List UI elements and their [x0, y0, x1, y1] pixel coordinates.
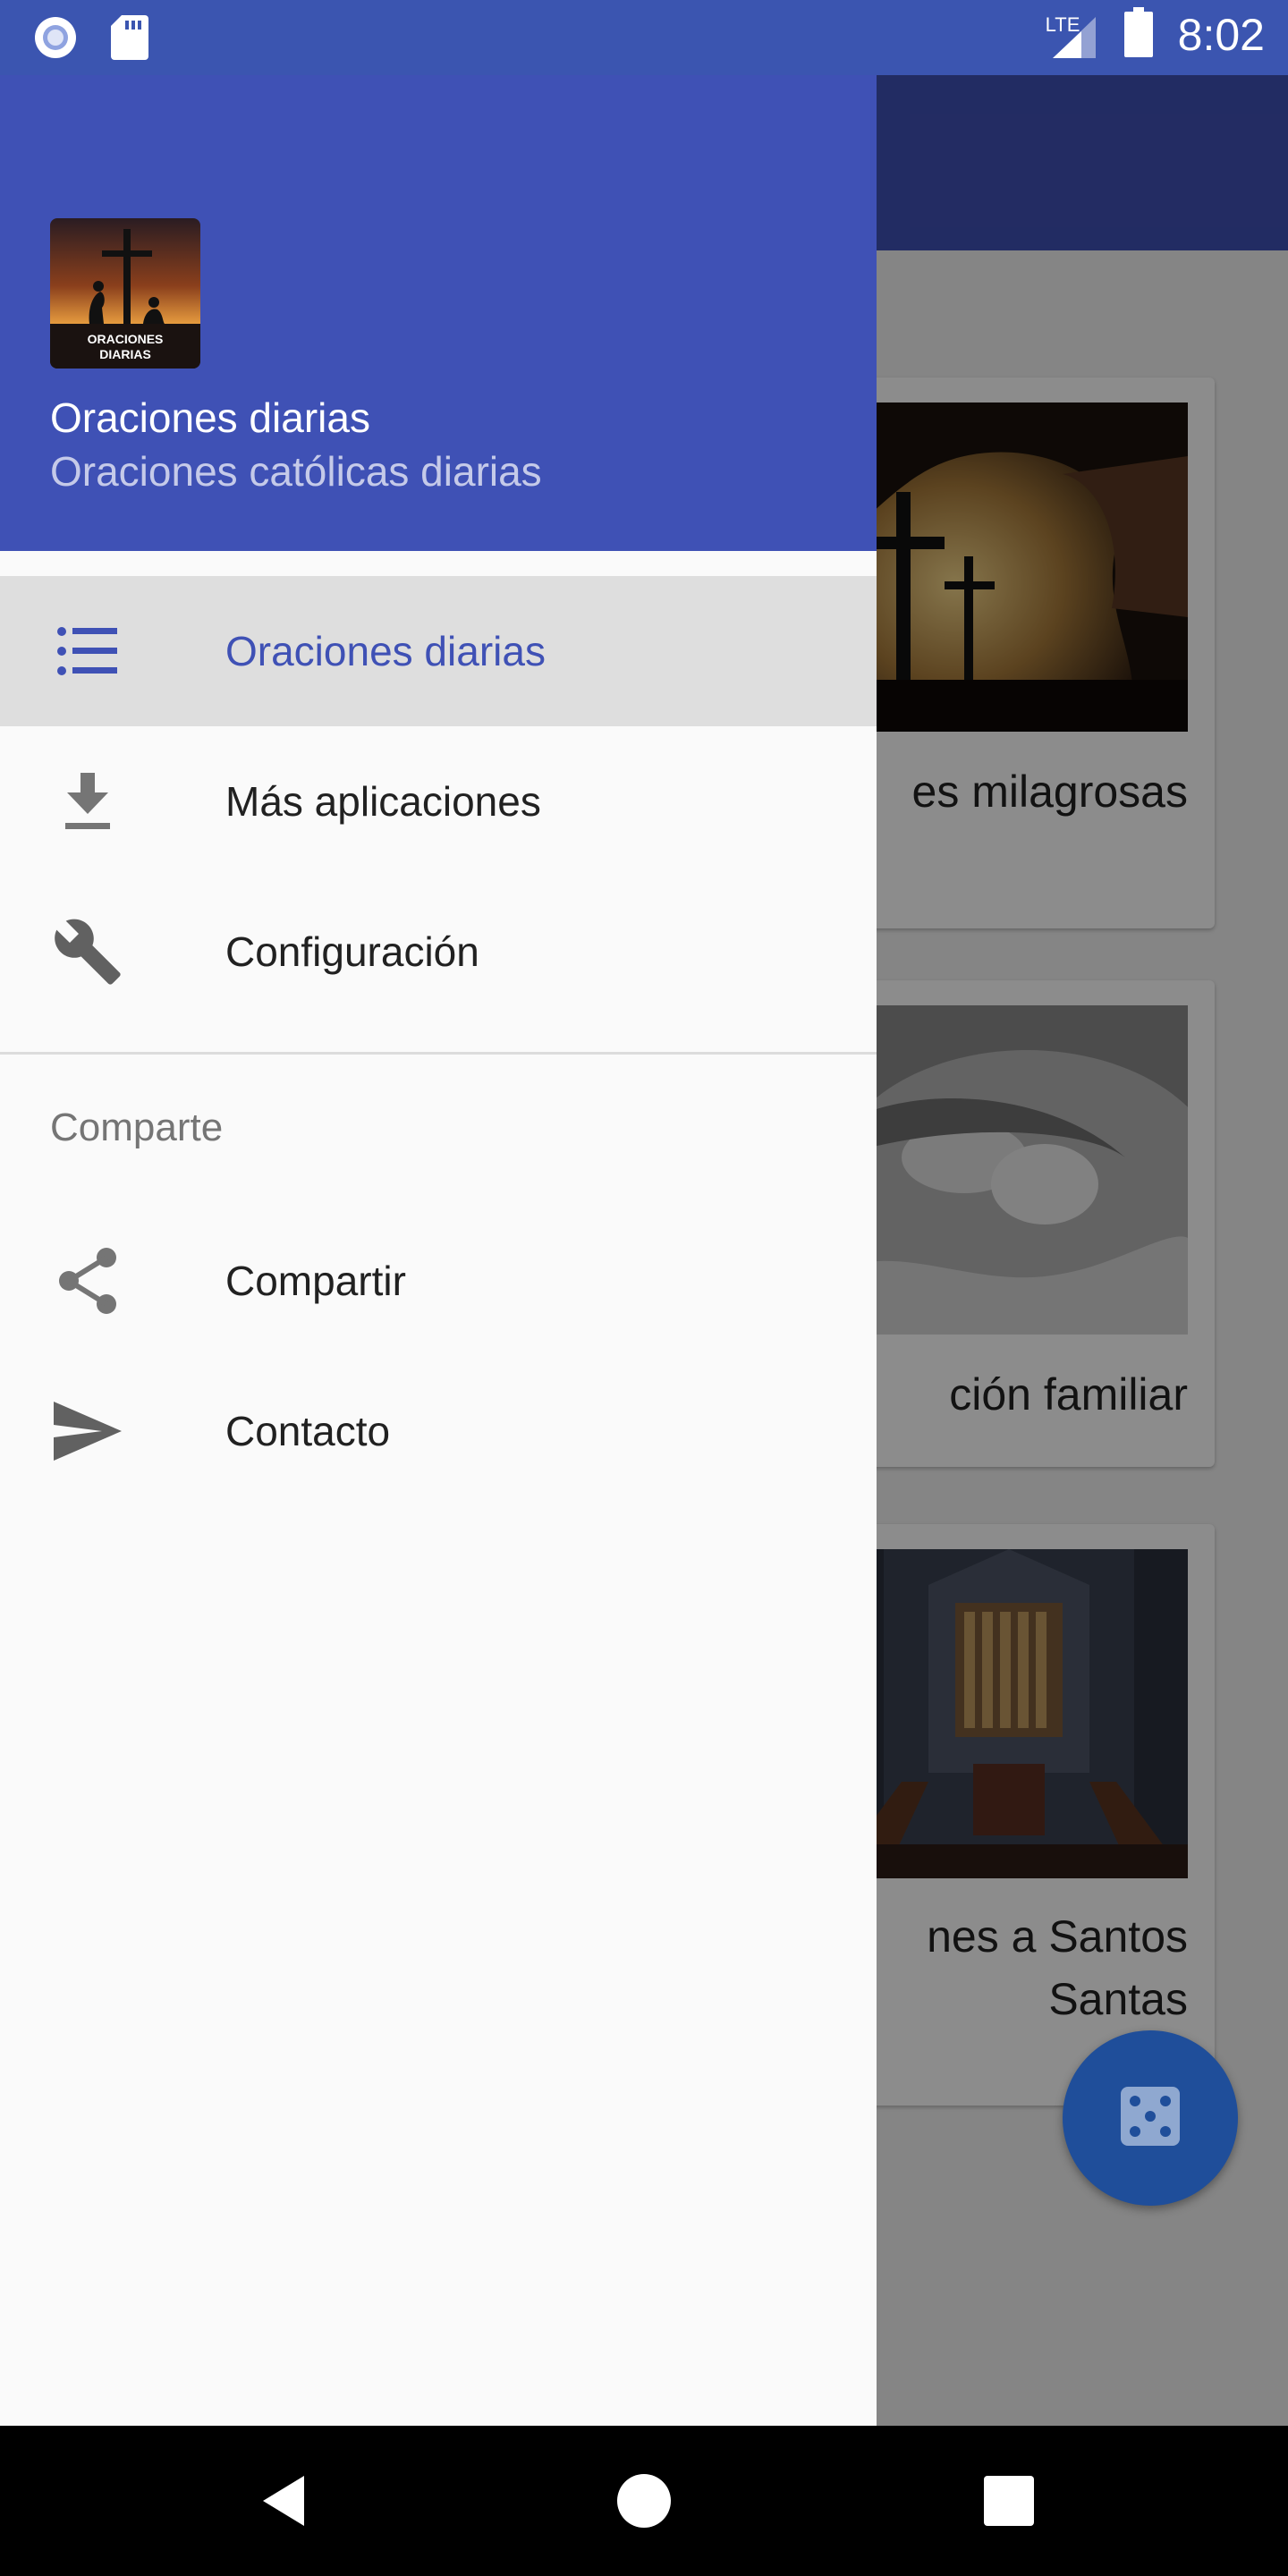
battery-icon [1123, 7, 1153, 62]
back-button[interactable] [258, 2472, 315, 2529]
sd-card-icon [111, 15, 148, 64]
clock: 8:02 [1177, 9, 1265, 60]
navigation-drawer: ORACIONES DIARIAS Oraciones diarias Orac… [0, 0, 877, 2426]
share-icon [50, 1243, 125, 1318]
record-icon [32, 14, 79, 65]
nav-item-compartir[interactable]: Compartir [0, 1206, 877, 1356]
signal-icon: LTE [1046, 10, 1099, 60]
system-navigation-bar [0, 2426, 1288, 2576]
nav-item-label: Contacto [225, 1408, 391, 1454]
drawer-app-subtitle: Oraciones católicas diarias [50, 448, 542, 495]
home-button[interactable] [615, 2472, 673, 2529]
nav-item-label: Configuración [225, 928, 479, 975]
nav-item-mas-aplicaciones[interactable]: Más aplicaciones [0, 726, 877, 877]
download-icon [50, 764, 125, 839]
status-bar: LTE 8:02 [0, 0, 1288, 75]
drawer-header: ORACIONES DIARIAS Oraciones diarias Orac… [0, 0, 877, 551]
nav-item-label: Más aplicaciones [225, 778, 541, 825]
send-icon [50, 1394, 125, 1469]
logo-text-line1: ORACIONES [88, 332, 164, 346]
dice-icon [1121, 2086, 1180, 2150]
recents-button[interactable] [980, 2472, 1038, 2529]
nav-item-oraciones-diarias[interactable]: Oraciones diarias [0, 576, 877, 726]
drawer-divider [0, 1052, 877, 1055]
nav-item-label: Compartir [225, 1258, 406, 1304]
nav-item-contacto[interactable]: Contacto [0, 1356, 877, 1506]
wrench-icon [50, 914, 125, 989]
nav-item-configuracion[interactable]: Configuración [0, 877, 877, 1027]
nav-item-label: Oraciones diarias [225, 628, 546, 674]
drawer-app-title: Oraciones diarias [50, 394, 370, 441]
list-icon [50, 614, 125, 689]
section-header-comparte: Comparte [50, 1106, 224, 1149]
random-fab-button[interactable] [1063, 2030, 1238, 2206]
logo-text-line2: DIARIAS [99, 347, 151, 361]
app-logo: ORACIONES DIARIAS [50, 218, 200, 369]
